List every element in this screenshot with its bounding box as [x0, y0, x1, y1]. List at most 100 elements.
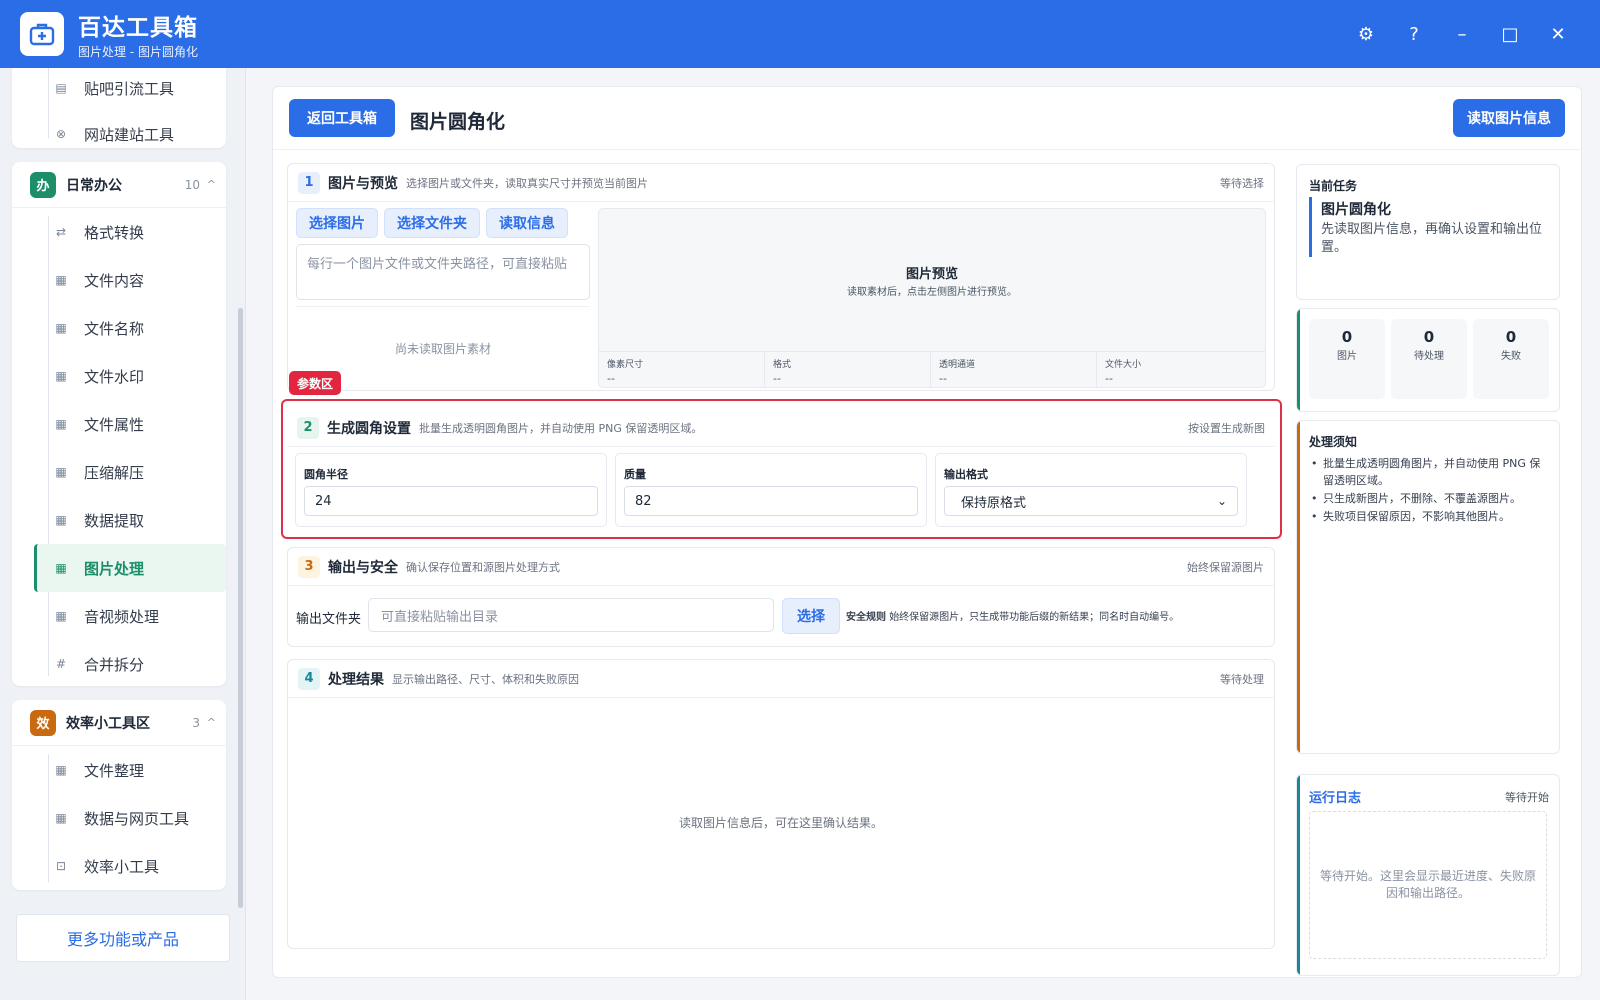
sidebar-group-marketing: ▤ 贴吧引流工具 ⊗ 网站建站工具: [12, 68, 226, 148]
quality-label: 质量: [624, 468, 646, 481]
stats-card: 0 图片 0 待处理 0 失败: [1296, 308, 1560, 412]
sidebar-item-compress[interactable]: ▦ 压缩解压: [12, 448, 226, 496]
output-format-value: 保持原格式: [961, 495, 1027, 511]
toolbox-icon: ⊡: [55, 859, 67, 873]
select-folder-button[interactable]: 选择文件夹: [384, 208, 480, 238]
meta-file-size: 文件大小 --: [1105, 360, 1142, 385]
read-image-info-button[interactable]: 读取图片信息: [1453, 99, 1565, 137]
run-log-title: 运行日志: [1309, 791, 1362, 806]
radius-input[interactable]: 24: [304, 486, 598, 516]
image-list-empty-text: 尚未读取图片素材: [394, 342, 491, 356]
sidebar-item-website[interactable]: ⊗ 网站建站工具: [12, 110, 226, 158]
sidebar-item-tieba[interactable]: ▤ 贴吧引流工具: [12, 68, 226, 112]
globe-icon: ⊗: [55, 127, 67, 141]
sidebar-item-merge-split[interactable]: # 合并拆分: [12, 640, 226, 688]
notes-list: 批量生成透明圆角图片，并自动使用 PNG 保留透明区域。 只生成新图片，不删除、…: [1311, 455, 1551, 526]
app-title: 百达工具箱: [78, 15, 198, 41]
preview-hint: 读取素材后，点击左侧图片进行预览。: [847, 287, 1017, 298]
select-output-button[interactable]: 选择: [782, 598, 840, 634]
back-to-toolbox-button[interactable]: 返回工具箱: [289, 99, 395, 137]
current-task-card: 当前任务 图片圆角化 先读取图片信息，再确认设置和输出位置。: [1296, 164, 1560, 300]
meta-pixel-size: 像素尺寸 --: [599, 352, 765, 388]
image-paths-textarea[interactable]: 每行一个图片文件或文件夹路径，可直接粘贴: [296, 244, 590, 300]
sidebar-item-label: 文件属性: [84, 415, 145, 434]
grid-icon: ▦: [55, 417, 67, 431]
sidebar-group-efficiency: 效 效率小工具区 3 ^ ▦ 文件整理 ▦ 数据与网页工具 ⊡ 效率小工具: [12, 700, 226, 890]
run-log-area: 等待开始。这里会显示最近进度、失败原因和输出路径。: [1309, 811, 1547, 959]
meta-format: 格式 --: [765, 352, 931, 388]
meta-alpha-channel: 透明通道 --: [931, 352, 1097, 388]
param-area-tag: 参数区: [289, 371, 342, 395]
sidebar-item-data-web-tools[interactable]: ▦ 数据与网页工具: [12, 794, 226, 842]
sidebar: ▤ 贴吧引流工具 ⊗ 网站建站工具 办 日常办公 10 ^ ⇄ 格式转换 ▦ 文…: [0, 68, 246, 1000]
grid-icon: ▦: [55, 561, 67, 575]
collapse-caret-icon[interactable]: ^: [207, 716, 216, 729]
section-results: 4 处理结果 显示输出路径、尺寸、体积和失败原因 等待处理 读取图片信息后，可在…: [287, 659, 1275, 949]
section-rounded-corner-settings: 2 生成圆角设置 批量生成透明圆角图片，并自动使用 PNG 保留透明区域。 按设…: [287, 409, 1275, 527]
section-number: 2: [297, 416, 319, 439]
section-status: 始终保留源图片: [1187, 560, 1264, 574]
section-description: 确认保存位置和源图片处理方式: [406, 560, 560, 574]
safety-rule-title: 安全规则: [846, 612, 886, 623]
sidebar-item-image-processing[interactable]: ▦ 图片处理: [34, 544, 226, 592]
collapse-caret-icon[interactable]: ^: [207, 178, 216, 191]
safety-rule-desc: 始终保留源图片，只生成带功能后缀的新结果；同名时自动编号。: [889, 612, 1180, 623]
sidebar-item-file-content[interactable]: ▦ 文件内容: [12, 256, 226, 304]
safety-rule-text: 安全规则 始终保留源图片，只生成带功能后缀的新结果；同名时自动编号。: [846, 608, 1179, 623]
help-icon[interactable]: ?: [1390, 14, 1438, 54]
output-folder-input[interactable]: 可直接粘贴输出目录: [368, 598, 774, 632]
grid-icon: ▦: [55, 763, 67, 777]
sidebar-item-label: 文件整理: [84, 761, 145, 780]
efficiency-badge: 效: [30, 709, 56, 736]
output-format-select[interactable]: 保持原格式 ⌄: [944, 486, 1238, 516]
section-title: 图片与预览: [328, 175, 398, 192]
grid-icon: ▦: [55, 513, 67, 527]
section-description: 批量生成透明圆角图片，并自动使用 PNG 保留透明区域。: [419, 421, 703, 435]
section-title: 输出与安全: [328, 559, 398, 576]
sidebar-item-file-name[interactable]: ▦ 文件名称: [12, 304, 226, 352]
sidebar-item-label: 数据与网页工具: [84, 809, 190, 828]
image-preview-area: 图片预览 读取素材后，点击左侧图片进行预览。 像素尺寸 -- 格式 -- 透明通道 -…: [598, 208, 1266, 388]
minimize-button[interactable]: –: [1438, 14, 1486, 54]
sidebar-item-efficiency-tools[interactable]: ⊡ 效率小工具: [12, 842, 226, 890]
section-description: 选择图片或文件夹，读取真实尺寸并预览当前图片: [406, 176, 648, 190]
sidebar-item-data-extract[interactable]: ▦ 数据提取: [12, 496, 226, 544]
note-item: 只生成新图片，不删除、不覆盖源图片。: [1311, 490, 1551, 507]
quality-input[interactable]: 82: [624, 486, 918, 516]
section-description: 显示输出路径、尺寸、体积和失败原因: [392, 672, 579, 686]
section-status: 按设置生成新图: [1188, 421, 1265, 435]
group-count: 10: [184, 177, 200, 192]
quality-field: 质量 82: [615, 453, 927, 527]
select-image-button[interactable]: 选择图片: [296, 208, 378, 238]
sidebar-item-file-organize[interactable]: ▦ 文件整理: [12, 746, 226, 794]
stat-pending: 0 待处理: [1391, 319, 1467, 399]
group-header-office[interactable]: 办 日常办公 10 ^: [12, 162, 226, 208]
settings-gear-icon[interactable]: ⚙: [1342, 14, 1390, 54]
section-title: 生成圆角设置: [327, 420, 411, 437]
radius-label: 圆角半径: [304, 468, 348, 481]
sidebar-item-label: 文件内容: [84, 271, 145, 290]
sidebar-item-format-convert[interactable]: ⇄ 格式转换: [12, 208, 226, 256]
office-badge: 办: [30, 171, 56, 198]
sidebar-scrollbar[interactable]: [238, 308, 243, 908]
close-button[interactable]: ✕: [1534, 14, 1582, 54]
preview-title: 图片预览: [905, 267, 958, 282]
sidebar-item-av-processing[interactable]: ▦ 音视频处理: [12, 592, 226, 640]
read-info-button[interactable]: 读取信息: [486, 208, 568, 238]
sidebar-item-file-properties[interactable]: ▦ 文件属性: [12, 400, 226, 448]
notes-card: 处理须知 批量生成透明圆角图片，并自动使用 PNG 保留透明区域。 只生成新图片…: [1296, 420, 1560, 754]
title-bar: 百达工具箱 图片处理 - 图片圆角化 ⚙ ? – □ ✕: [0, 0, 1600, 68]
maximize-button[interactable]: □: [1486, 14, 1534, 54]
section-number: 1: [298, 171, 320, 194]
notes-title: 处理须知: [1309, 435, 1358, 449]
more-products-button[interactable]: 更多功能或产品: [16, 914, 230, 962]
note-item: 批量生成透明圆角图片，并自动使用 PNG 保留透明区域。: [1311, 455, 1551, 489]
toolbox-logo-icon: [20, 12, 64, 56]
section-images-preview: 1 图片与预览 选择图片或文件夹，读取真实尺寸并预览当前图片 等待选择 选择图片…: [287, 163, 1275, 391]
output-format-field: 输出格式 保持原格式 ⌄: [935, 453, 1247, 527]
grid-icon: ▦: [55, 811, 67, 825]
note-item: 失败项目保留原因，不影响其他图片。: [1311, 508, 1551, 525]
sidebar-item-file-watermark[interactable]: ▦ 文件水印: [12, 352, 226, 400]
group-header-efficiency[interactable]: 效 效率小工具区 3 ^: [12, 700, 226, 746]
hash-icon: #: [55, 657, 67, 671]
